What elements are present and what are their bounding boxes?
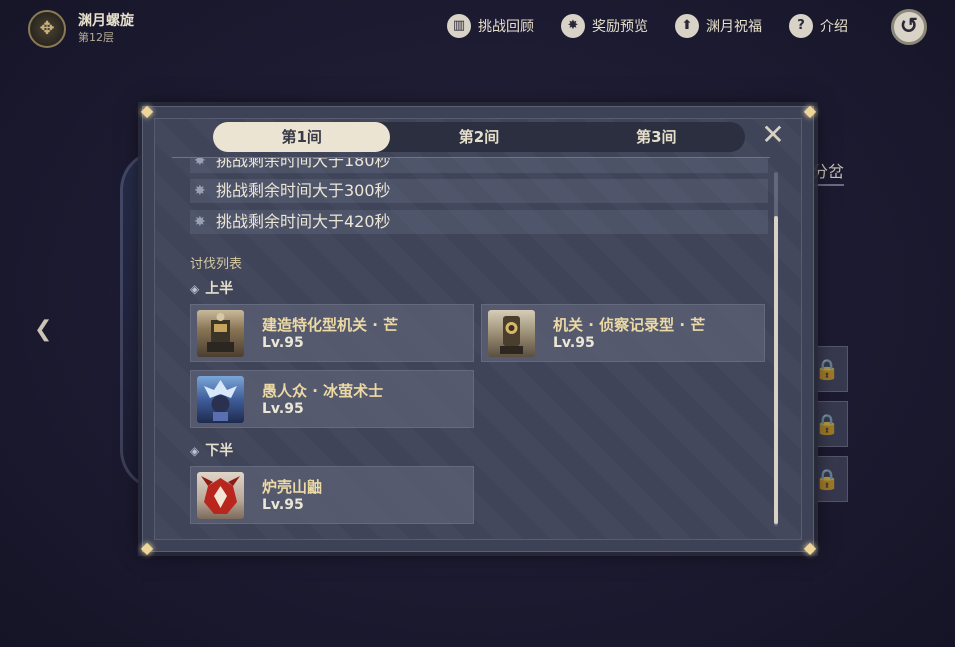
enemy-portrait: [488, 310, 535, 357]
condition-text: 挑战剩余时间大于300秒: [216, 181, 391, 200]
book-icon: ▥: [447, 14, 471, 38]
corner-ornament-icon: ◆: [803, 538, 817, 557]
second-half-label: ◈ 下半: [190, 443, 234, 459]
enemy-card[interactable]: 愚人众 · 冰萤术士 Lv.95: [190, 370, 474, 428]
nav-reward-preview[interactable]: ✸ 奖励预览: [561, 14, 648, 38]
nav-label: 挑战回顾: [478, 19, 534, 35]
enemy-name: 炉壳山鼬: [262, 478, 323, 496]
star-icon: ✸: [194, 183, 206, 199]
nav-label: 渊月祝福: [706, 19, 762, 35]
nav-challenge-review[interactable]: ▥ 挑战回顾: [447, 14, 534, 38]
nav-blessing[interactable]: ⬆ 渊月祝福: [675, 14, 762, 38]
corner-ornament-icon: ◆: [140, 538, 154, 557]
corner-ornament-icon: ◆: [140, 101, 154, 120]
tab-chamber-3[interactable]: 第3间: [568, 122, 745, 152]
floor-label: 第12层: [78, 31, 114, 44]
back-button[interactable]: ↺: [891, 9, 927, 45]
spiral-abyss-logo-icon: ✥: [28, 10, 66, 48]
enemy-name: 建造特化型机关 · 芒: [262, 316, 399, 334]
page-title: 渊月螺旋: [78, 13, 134, 29]
enemy-card[interactable]: 机关 · 侦察记录型 · 芒 Lv.95: [481, 304, 765, 362]
enemy-list-label: 讨伐列表: [190, 257, 243, 272]
nav-label: 奖励预览: [592, 19, 648, 35]
close-button[interactable]: ✕: [759, 121, 787, 149]
condition-text: 挑战剩余时间大于420秒: [216, 212, 391, 231]
chamber-tabs: 第1间 第2间 第3间: [213, 122, 745, 152]
modal-scroll-content[interactable]: ✸ 挑战剩余时间大于180秒 ✸ 挑战剩余时间大于300秒 ✸ 挑战剩余时间大于…: [190, 158, 770, 528]
enemy-portrait: [197, 472, 244, 519]
star-condition: ✸ 挑战剩余时间大于180秒: [190, 158, 768, 173]
enemy-level: Lv.95: [262, 497, 304, 513]
chevron-left-icon[interactable]: ❮: [34, 318, 56, 342]
nav-label: 介绍: [820, 19, 848, 35]
enemy-portrait: [197, 376, 244, 423]
back-arrow-icon: ↺: [899, 14, 919, 39]
star-icon: ✸: [194, 158, 206, 169]
enemy-card[interactable]: 建造特化型机关 · 芒 Lv.95: [190, 304, 474, 362]
enemy-card[interactable]: 炉壳山鼬 Lv.95: [190, 466, 474, 524]
diamond-icon: ◈: [190, 282, 200, 296]
enemy-level: Lv.95: [553, 335, 595, 351]
enemy-name: 机关 · 侦察记录型 · 芒: [553, 316, 706, 334]
first-half-label: ◈ 上半: [190, 281, 234, 297]
upgrade-icon: ⬆: [675, 14, 699, 38]
star-condition: ✸ 挑战剩余时间大于300秒: [190, 179, 768, 203]
lock-icon: 🔒: [814, 357, 840, 381]
corner-ornament-icon: ◆: [803, 101, 817, 120]
enemy-name: 愚人众 · 冰萤术士: [262, 382, 384, 400]
condition-text: 挑战剩余时间大于180秒: [216, 158, 391, 170]
enemy-portrait: [197, 310, 244, 357]
lock-icon: 🔒: [814, 412, 840, 436]
lock-icon: 🔒: [814, 467, 840, 491]
star-icon: ✸: [194, 214, 206, 230]
enemy-level: Lv.95: [262, 401, 304, 417]
enemy-level: Lv.95: [262, 335, 304, 351]
question-icon: ?: [789, 14, 813, 38]
close-icon: ✕: [761, 118, 785, 151]
star-condition: ✸ 挑战剩余时间大于420秒: [190, 210, 768, 234]
tab-chamber-2[interactable]: 第2间: [390, 122, 567, 152]
nav-introduction[interactable]: ? 介绍: [789, 14, 848, 38]
star-badge-icon: ✸: [561, 14, 585, 38]
branch-label: 分岔: [812, 158, 845, 186]
diamond-icon: ◈: [190, 444, 200, 458]
scrollbar-thumb[interactable]: [774, 216, 778, 524]
tab-chamber-1[interactable]: 第1间: [213, 122, 391, 152]
